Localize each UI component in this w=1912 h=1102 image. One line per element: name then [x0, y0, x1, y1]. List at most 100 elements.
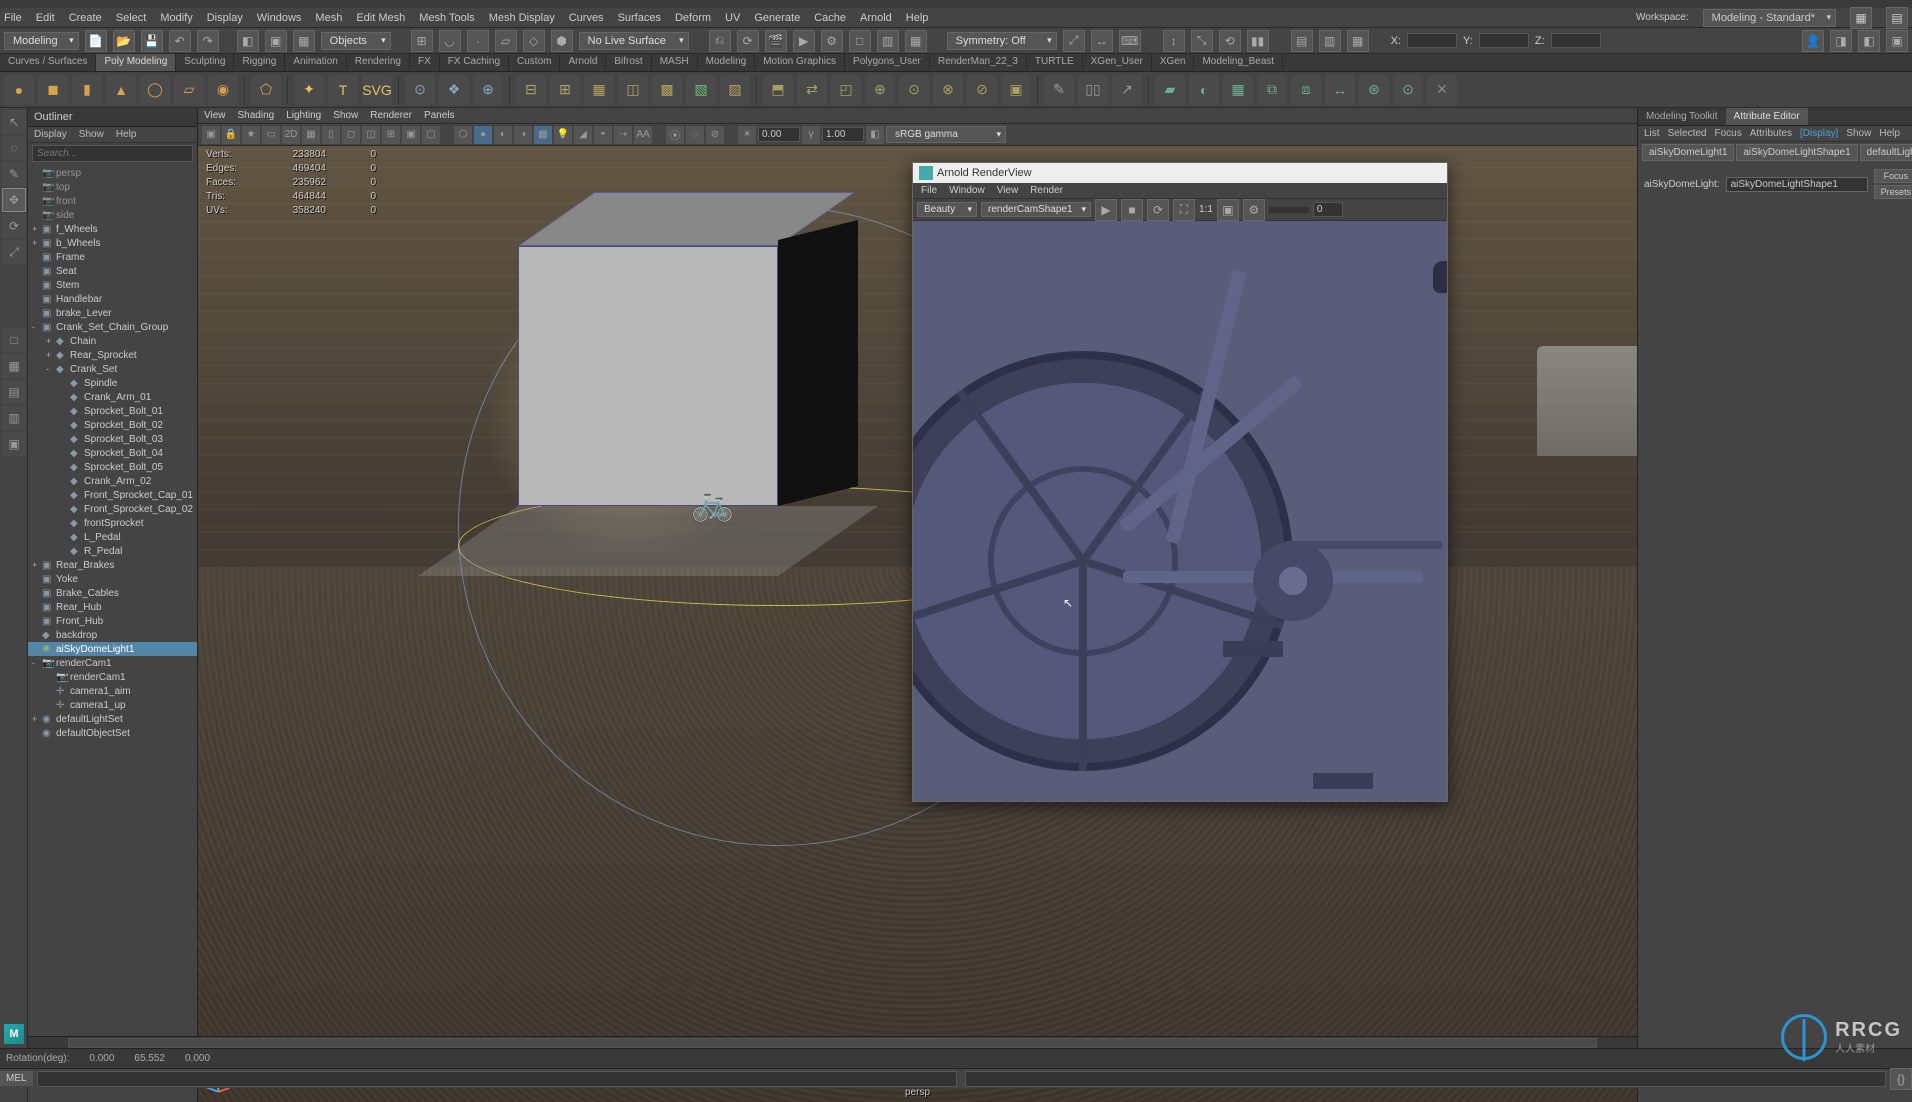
- remesh-icon[interactable]: ▨: [720, 75, 750, 105]
- snap-point-icon[interactable]: ·: [467, 30, 489, 52]
- vp-gate-mask-icon[interactable]: ◫: [362, 126, 380, 144]
- side-ae-icon[interactable]: ▤: [1291, 30, 1313, 52]
- scale-tool-icon[interactable]: ⤢: [2, 240, 26, 264]
- soft-select-icon[interactable]: ⊙: [405, 75, 435, 105]
- svg-icon[interactable]: SVG: [362, 75, 392, 105]
- outliner-item[interactable]: ◆Front_Sprocket_Cap_01: [28, 488, 197, 502]
- type-icon[interactable]: T: [328, 75, 358, 105]
- poly-torus-icon[interactable]: ◯: [140, 75, 170, 105]
- outliner-menu-show[interactable]: Show: [79, 129, 104, 140]
- poly-plane-icon[interactable]: ▱: [174, 75, 204, 105]
- workspace-select[interactable]: Modeling - Standard*: [1703, 9, 1836, 27]
- sel-obj-icon[interactable]: ▣: [265, 30, 287, 52]
- render-icon[interactable]: 🎬: [765, 30, 787, 52]
- vp-aa-icon[interactable]: AA: [634, 126, 652, 144]
- menu-display[interactable]: Display: [207, 12, 243, 24]
- outliner-menu-help[interactable]: Help: [116, 129, 137, 140]
- outliner-item[interactable]: ▣Brake_Cables: [28, 586, 197, 600]
- rv-crop-icon[interactable]: ▣: [1217, 199, 1239, 221]
- bridge-icon[interactable]: ⇄: [797, 75, 827, 105]
- viewport-menu-shading[interactable]: Shading: [238, 110, 275, 121]
- vp-safe-action-icon[interactable]: ▣: [402, 126, 420, 144]
- menu-mesh-tools[interactable]: Mesh Tools: [419, 12, 474, 24]
- workspace-opts2-icon[interactable]: ▤: [1886, 7, 1908, 29]
- layout-four-icon[interactable]: ▦: [2, 354, 26, 378]
- live-surface-dropdown[interactable]: No Live Surface: [579, 32, 689, 50]
- rv-menu-view[interactable]: View: [997, 185, 1019, 196]
- history-on-icon[interactable]: ⟳: [737, 30, 759, 52]
- outliner-item[interactable]: +▣f_Wheels: [28, 222, 197, 236]
- ae-menu-show[interactable]: Show: [1846, 128, 1871, 139]
- toggle2-icon[interactable]: ⤡: [1191, 30, 1213, 52]
- sel-hier-icon[interactable]: ◧: [237, 30, 259, 52]
- menu-modify[interactable]: Modify: [160, 12, 192, 24]
- vp-sel-cam-icon[interactable]: ▣: [202, 126, 220, 144]
- history-toggle-icon[interactable]: ⎌: [709, 30, 731, 52]
- vp-motion-blur-icon[interactable]: ⇢: [614, 126, 632, 144]
- select-tool-icon[interactable]: ↖: [2, 110, 26, 134]
- outliner-item[interactable]: ◆backdrop: [28, 628, 197, 642]
- offset-loop-icon[interactable]: ↗: [1112, 75, 1142, 105]
- file-new-icon[interactable]: 📄: [85, 30, 107, 52]
- separate-icon[interactable]: ⊞: [550, 75, 580, 105]
- vp-ao-icon[interactable]: ◓: [594, 126, 612, 144]
- render-view-titlebar[interactable]: Arnold RenderView: [913, 163, 1447, 183]
- ae-node-tab[interactable]: aiSkyDomeLight1: [1642, 144, 1734, 161]
- menu-cache[interactable]: Cache: [814, 12, 846, 24]
- panel-layout1-icon[interactable]: □: [849, 30, 871, 52]
- multi-cut-icon[interactable]: ✎: [1044, 75, 1074, 105]
- connect-icon[interactable]: ⧉: [1257, 75, 1287, 105]
- outliner-item[interactable]: ▣brake_Lever: [28, 306, 197, 320]
- rv-start-icon[interactable]: ▶: [1095, 199, 1117, 221]
- outliner-item[interactable]: ▣Yoke: [28, 572, 197, 586]
- render-globals-icon[interactable]: ⚙: [821, 30, 843, 52]
- shelf-tab-renderman-22-3[interactable]: RenderMan_22_3: [930, 54, 1027, 71]
- outliner-item[interactable]: ◆Sprocket_Bolt_02: [28, 418, 197, 432]
- outliner-item[interactable]: +◉defaultLightSet: [28, 712, 197, 726]
- shelf-tab-rendering[interactable]: Rendering: [347, 54, 410, 71]
- layout-two-v-icon[interactable]: ▥: [2, 406, 26, 430]
- outliner-item[interactable]: +◆Chain: [28, 334, 197, 348]
- outliner-item[interactable]: 📷renderCam1: [28, 670, 197, 684]
- mel-input[interactable]: [37, 1071, 958, 1087]
- vp-color-mgmt-dropdown[interactable]: sRGB gamma: [886, 126, 1006, 143]
- collapse-icon[interactable]: ▣: [1001, 75, 1031, 105]
- rv-menu-file[interactable]: File: [921, 185, 937, 196]
- side-tools-icon[interactable]: ▥: [1319, 30, 1341, 52]
- duplicate-icon[interactable]: ⧈: [1291, 75, 1321, 105]
- outliner-item[interactable]: ◆Crank_Arm_02: [28, 474, 197, 488]
- outliner-menu-display[interactable]: Display: [34, 129, 67, 140]
- rv-zoom-fit-icon[interactable]: ⛶: [1173, 199, 1195, 221]
- render-view-canvas[interactable]: ↖: [913, 221, 1447, 801]
- file-open-icon[interactable]: 📂: [113, 30, 135, 52]
- rv-refresh-icon[interactable]: ⟳: [1147, 199, 1169, 221]
- viewport-menu-view[interactable]: View: [204, 110, 226, 121]
- layout-outline-icon[interactable]: ▣: [2, 432, 26, 456]
- slide-icon[interactable]: ↔: [1325, 75, 1355, 105]
- bevel-icon[interactable]: ◰: [831, 75, 861, 105]
- outliner-item[interactable]: -◆Crank_Set: [28, 362, 197, 376]
- toggle1-icon[interactable]: ↕: [1163, 30, 1185, 52]
- shelf-tab-curves-surfaces[interactable]: Curves / Surfaces: [0, 54, 96, 71]
- viewport-menu-lighting[interactable]: Lighting: [286, 110, 321, 121]
- viewport-menu-show[interactable]: Show: [333, 110, 358, 121]
- shelf-tab-fx-caching[interactable]: FX Caching: [440, 54, 509, 71]
- outliner-item[interactable]: ◆frontSprocket: [28, 516, 197, 530]
- menu-deform[interactable]: Deform: [675, 12, 711, 24]
- render-view-window[interactable]: Arnold RenderView FileWindowViewRender B…: [912, 162, 1448, 802]
- snap-curve-icon[interactable]: ◡: [439, 30, 461, 52]
- fill-hole-icon[interactable]: ▩: [652, 75, 682, 105]
- focus-button[interactable]: Focus: [1874, 169, 1912, 183]
- script-editor-icon[interactable]: {}: [1890, 1068, 1912, 1090]
- ae-menu-selected[interactable]: Selected: [1668, 128, 1707, 139]
- account-icon[interactable]: 👤: [1802, 30, 1824, 52]
- snap-plane-icon[interactable]: ▱: [495, 30, 517, 52]
- viewport-menu-panels[interactable]: Panels: [424, 110, 455, 121]
- vp-wire-icon[interactable]: ⬡: [454, 126, 472, 144]
- quad-draw-icon[interactable]: ▦: [1223, 75, 1253, 105]
- outliner-item[interactable]: ◆L_Pedal: [28, 530, 197, 544]
- outliner-item[interactable]: ◆Front_Sprocket_Cap_02: [28, 502, 197, 516]
- menu-edit-mesh[interactable]: Edit Mesh: [356, 12, 405, 24]
- vp-shadows-icon[interactable]: ◢: [574, 126, 592, 144]
- menu-help[interactable]: Help: [906, 12, 929, 24]
